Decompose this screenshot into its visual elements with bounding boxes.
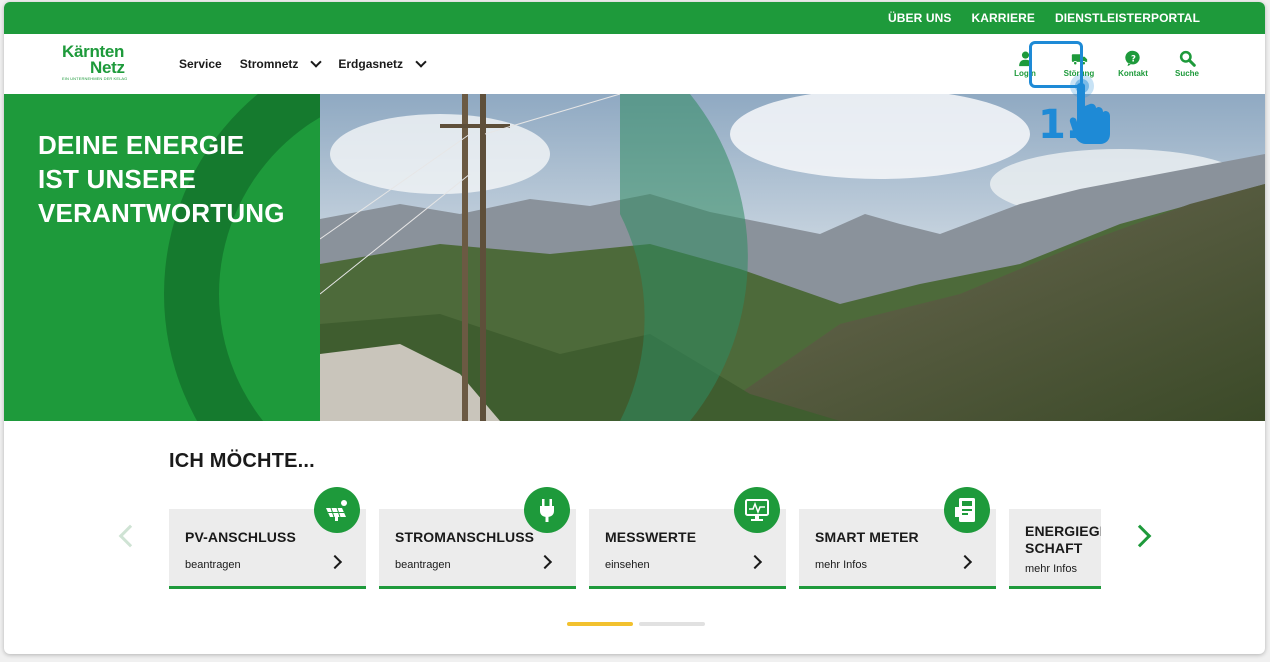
card-energiegemeinschaft[interactable]: ENERGIEGE SCHAFT mehr Infos: [1009, 509, 1101, 589]
link-karriere[interactable]: KARRIERE: [972, 11, 1035, 25]
nav-item-service[interactable]: Service: [179, 57, 222, 71]
nav-item-erdgasnetz-label: Erdgasnetz: [338, 57, 404, 71]
card-subtitle: beantragen: [395, 559, 451, 571]
help-bubble-icon: ?: [1124, 50, 1140, 67]
card-title: STROMANSCHLUSS: [395, 529, 535, 545]
solar-panel-icon: [314, 487, 360, 533]
utility-bar: ÜBER UNS KARRIERE DIENSTLEISTERPORTAL: [4, 2, 1265, 34]
carousel-pagination: [567, 622, 705, 626]
chevron-right-icon: [537, 554, 553, 570]
smart-meter-icon: [944, 487, 990, 533]
section-title: ICH MÖCHTE...: [169, 450, 315, 472]
logo[interactable]: Kärnten Netz EIN UNTERNEHMEN DER KELAG: [62, 43, 138, 82]
hero-title-line-3: VERANTWORTUNG: [38, 198, 285, 228]
chevron-right-icon: [327, 554, 343, 570]
browser-page: ÜBER UNS KARRIERE DIENSTLEISTERPORTAL Kä…: [4, 2, 1265, 654]
hero-title-line-1: DEINE ENERGIE: [38, 130, 245, 160]
suche-label: Suche: [1174, 69, 1199, 78]
carousel-dot-active[interactable]: [567, 622, 633, 626]
suche-button[interactable]: Suche: [1167, 50, 1207, 78]
card-subtitle: mehr Infos: [815, 559, 867, 571]
card-subtitle: mehr Infos: [1025, 563, 1077, 575]
hero-title-line-2: IST UNSERE: [38, 164, 197, 194]
pointing-hand-icon: [1069, 74, 1110, 144]
carousel-prev-arrow[interactable]: [118, 524, 142, 548]
nav-item-stromnetz-label: Stromnetz: [239, 57, 299, 71]
main-nav: Service Stromnetz Erdgasnetz: [179, 34, 443, 94]
kontakt-button[interactable]: ? Kontakt: [1113, 50, 1153, 78]
kontakt-label: Kontakt: [1118, 69, 1148, 78]
chevron-down-icon: [415, 55, 427, 68]
hero-title: DEINE ENERGIE IST UNSERE VERANTWORTUNG: [38, 128, 285, 230]
link-ueber-uns[interactable]: ÜBER UNS: [888, 11, 951, 25]
card-subtitle: einsehen: [605, 559, 650, 571]
card-title: SMART METER: [815, 529, 919, 545]
card-title: ENERGIEGE SCHAFT: [1025, 523, 1101, 556]
card-title: PV-ANSCHLUSS: [185, 529, 296, 545]
nav-item-service-label: Service: [179, 57, 222, 71]
chevron-down-icon: [310, 55, 323, 68]
hero-landscape-image: [320, 94, 1265, 421]
carousel-next-arrow[interactable]: [1128, 524, 1152, 548]
link-dienstleisterportal[interactable]: DIENSTLEISTERPORTAL: [1055, 11, 1200, 25]
plug-icon: [524, 487, 570, 533]
logo-line-2: Netz: [90, 58, 125, 77]
carousel-dot[interactable]: [639, 622, 705, 626]
logo-tagline: EIN UNTERNEHMEN DER KELAG: [62, 76, 128, 81]
chevron-right-icon: [747, 554, 763, 570]
nav-item-erdgasnetz[interactable]: Erdgasnetz: [338, 55, 427, 71]
svg-text:?: ?: [1131, 54, 1136, 64]
nav-item-stromnetz[interactable]: Stromnetz: [239, 55, 323, 71]
monitor-chart-icon: [734, 487, 780, 533]
chevron-right-icon: [957, 554, 973, 570]
search-icon: [1179, 50, 1196, 67]
card-title: MESSWERTE: [605, 529, 697, 545]
card-subtitle: beantragen: [185, 559, 241, 571]
